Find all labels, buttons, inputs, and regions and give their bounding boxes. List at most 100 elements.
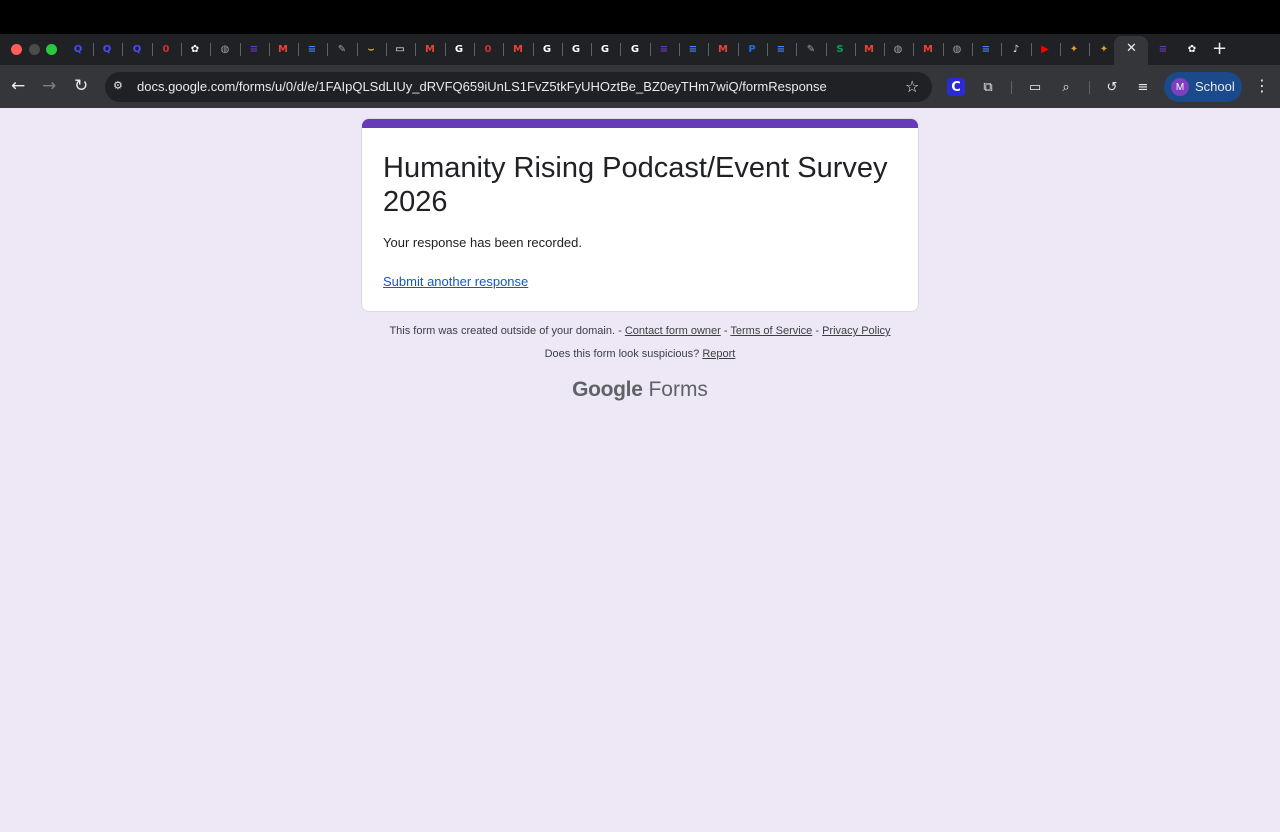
image-icon[interactable]: ▭ <box>392 41 408 57</box>
tab-divider <box>533 43 534 56</box>
gmail-icon[interactable]: M <box>510 41 526 57</box>
google-icon[interactable]: G <box>451 41 467 57</box>
tab-divider <box>884 43 885 56</box>
tab-divider <box>269 43 270 56</box>
zoom-window-button[interactable] <box>46 44 57 55</box>
google-icon[interactable]: G <box>627 41 643 57</box>
domain-notice-text: This form was created outside of your do… <box>389 325 625 337</box>
forms-icon[interactable]: ≡ <box>1155 41 1171 57</box>
opera-icon[interactable]: 0 <box>480 41 496 57</box>
privacy-link[interactable]: Privacy Policy <box>822 325 890 337</box>
tab-divider <box>357 43 358 56</box>
tab-divider <box>445 43 446 56</box>
bookmark-star-icon[interactable]: ☆ <box>905 77 919 96</box>
cast-icon[interactable]: ▭ <box>1026 78 1044 96</box>
tab-divider <box>679 43 680 56</box>
back-button[interactable]: ← <box>11 76 25 96</box>
confirmation-message: Your response has been recorded. <box>383 235 582 250</box>
quip-icon[interactable]: Q <box>99 41 115 57</box>
avatar: M <box>1171 78 1189 96</box>
copilot-icon[interactable]: ✦ <box>1066 41 1082 57</box>
gmail-icon[interactable]: M <box>422 41 438 57</box>
tab-divider <box>620 43 621 56</box>
tab-divider <box>738 43 739 56</box>
address-bar[interactable]: ⚙ docs.google.com/forms/u/0/d/e/1FAIpQLS… <box>105 72 932 102</box>
quip-icon[interactable]: Q <box>129 41 145 57</box>
tab-divider <box>943 43 944 56</box>
browser-menu-icon[interactable]: ⋮ <box>1254 76 1270 95</box>
globe-icon[interactable]: ◍ <box>217 41 233 57</box>
footer-report: Does this form look suspicious? Report <box>0 348 1280 360</box>
speaker-icon[interactable]: ♪ <box>1008 41 1024 57</box>
extension-c-icon[interactable]: C <box>947 78 965 96</box>
media-controls-icon[interactable]: ≡ <box>1134 78 1152 96</box>
paypal-icon[interactable]: P <box>744 41 760 57</box>
tab-divider <box>327 43 328 56</box>
tab-divider <box>210 43 211 56</box>
docs-icon[interactable]: ≡ <box>685 41 701 57</box>
forms-icon[interactable]: ≡ <box>246 41 262 57</box>
tab-divider <box>503 43 504 56</box>
terms-link[interactable]: Terms of Service <box>730 325 812 337</box>
extensions-puzzle-icon[interactable]: ⧉ <box>979 78 997 96</box>
forms-wordmark: Forms <box>648 378 708 401</box>
google-icon[interactable]: G <box>539 41 555 57</box>
footer-separator: - <box>720 325 731 337</box>
report-link[interactable]: Report <box>702 348 735 360</box>
close-window-button[interactable] <box>11 44 22 55</box>
tab-divider <box>855 43 856 56</box>
contact-owner-link[interactable]: Contact form owner <box>625 325 721 337</box>
toolbar-divider <box>1089 81 1090 94</box>
tab-divider <box>708 43 709 56</box>
copilot-icon[interactable]: ✦ <box>1096 41 1112 57</box>
sync-icon[interactable]: ↺ <box>1103 78 1121 96</box>
tab-divider <box>767 43 768 56</box>
sheets-icon[interactable]: S <box>832 41 848 57</box>
footer-separator: - <box>812 325 823 337</box>
opera-icon[interactable]: 0 <box>158 41 174 57</box>
quip-icon[interactable]: Q <box>70 41 86 57</box>
minimize-window-button[interactable] <box>29 44 40 55</box>
gmail-icon[interactable]: M <box>920 41 936 57</box>
site-info-icon[interactable]: ⚙ <box>113 79 129 95</box>
reload-button[interactable]: ↻ <box>74 76 88 96</box>
form-title: Humanity Rising Podcast/Event Survey 202… <box>383 152 888 218</box>
docs-icon[interactable]: ≡ <box>773 41 789 57</box>
url-text[interactable]: docs.google.com/forms/u/0/d/e/1FAIpQLSdL… <box>137 79 827 94</box>
active-tab[interactable]: ✕ <box>1114 36 1148 65</box>
app-icon[interactable]: ✿ <box>187 41 203 57</box>
tab-divider <box>240 43 241 56</box>
forward-button[interactable]: → <box>42 76 56 96</box>
submit-another-link[interactable]: Submit another response <box>383 274 528 289</box>
tab-divider <box>1089 43 1090 56</box>
chat-icon[interactable]: ✎ <box>334 41 350 57</box>
new-tab-button[interactable]: + <box>1212 38 1227 59</box>
globe-icon[interactable]: ◍ <box>890 41 906 57</box>
lens-icon[interactable]: ⌕ <box>1057 78 1075 96</box>
tab-divider <box>591 43 592 56</box>
forms-icon[interactable]: ≡ <box>656 41 672 57</box>
profile-name: School <box>1195 79 1235 94</box>
gmail-icon[interactable]: M <box>275 41 291 57</box>
google-icon[interactable]: G <box>597 41 613 57</box>
gmail-icon[interactable]: M <box>715 41 731 57</box>
docs-icon[interactable]: ≡ <box>978 41 994 57</box>
chat-icon[interactable]: ✎ <box>803 41 819 57</box>
youtube-icon[interactable]: ▶ <box>1037 41 1053 57</box>
tab-divider <box>474 43 475 56</box>
tab-divider <box>386 43 387 56</box>
toolbar-divider <box>1011 81 1012 94</box>
tab-divider <box>1001 43 1002 56</box>
form-accent-bar <box>362 119 918 128</box>
gmail-icon[interactable]: M <box>861 41 877 57</box>
docs-icon[interactable]: ≡ <box>304 41 320 57</box>
tab-divider <box>415 43 416 56</box>
google-forms-logo[interactable]: Google Forms <box>0 378 1280 402</box>
app-icon[interactable]: ✿ <box>1184 41 1200 57</box>
close-tab-icon[interactable]: ✕ <box>1126 41 1137 56</box>
globe-icon[interactable]: ◍ <box>949 41 965 57</box>
amazon-icon[interactable]: ⌣ <box>363 41 379 57</box>
profile-button[interactable]: M School <box>1164 72 1242 102</box>
google-icon[interactable]: G <box>568 41 584 57</box>
tab-divider <box>826 43 827 56</box>
